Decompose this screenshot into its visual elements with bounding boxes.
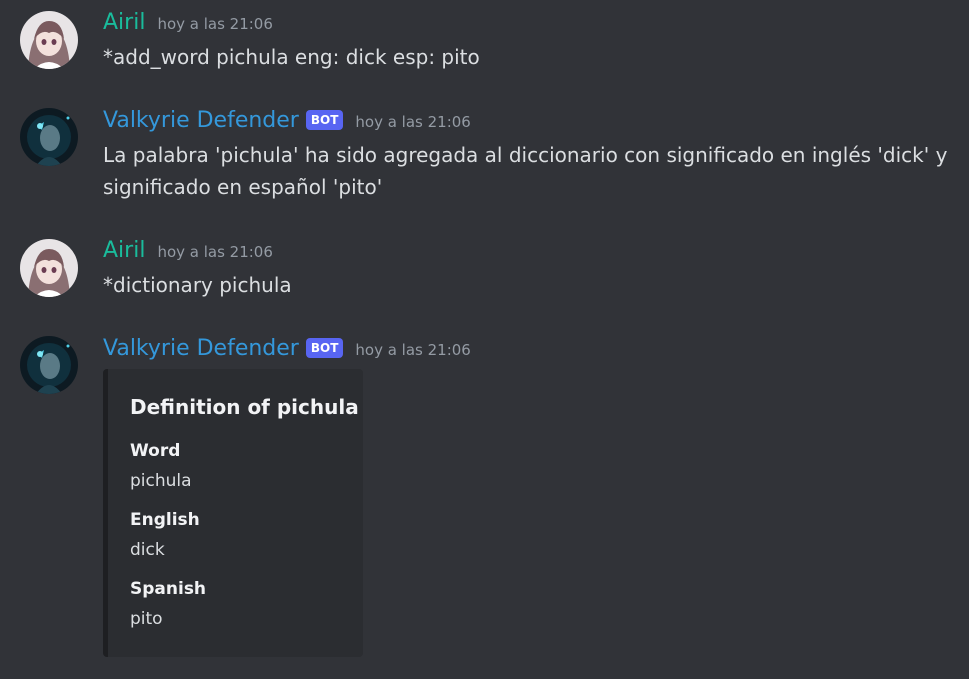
field-value-english: dick xyxy=(130,540,165,560)
field-value-word: pichula xyxy=(130,471,192,491)
chat-messages: Airil hoy a las 21:06 *add_word pichula … xyxy=(0,0,969,679)
field-name-spanish: Spanish xyxy=(130,579,207,599)
username[interactable]: Airil xyxy=(103,238,145,264)
embed-title: Definition of pichula xyxy=(130,395,359,419)
avatar-airil[interactable] xyxy=(20,11,78,69)
avatar-valkyrie-defender[interactable] xyxy=(20,108,78,166)
avatar-airil[interactable] xyxy=(20,239,78,297)
message-text: *add_word pichula eng: dick esp: pito xyxy=(103,45,480,69)
field-name-english: English xyxy=(130,510,200,530)
username[interactable]: Valkyrie Defender xyxy=(103,336,299,362)
username[interactable]: Valkyrie Defender xyxy=(103,108,299,134)
timestamp[interactable]: hoy a las 21:06 xyxy=(355,341,470,359)
timestamp[interactable]: hoy a las 21:06 xyxy=(157,243,272,261)
bot-badge: BOT xyxy=(305,110,344,130)
username[interactable]: Airil xyxy=(103,10,145,36)
field-name-word: Word xyxy=(130,441,181,461)
message-text: *dictionary pichula xyxy=(103,273,292,297)
avatar-valkyrie-defender[interactable] xyxy=(20,336,78,394)
dictionary-embed: Definition of pichula Word pichula Engli… xyxy=(103,369,363,657)
timestamp[interactable]: hoy a las 21:06 xyxy=(355,113,470,131)
field-value-spanish: pito xyxy=(130,609,163,629)
bot-badge: BOT xyxy=(305,338,344,358)
timestamp[interactable]: hoy a las 21:06 xyxy=(157,15,272,33)
message-text: La palabra 'pichula' ha sido agregada al… xyxy=(103,143,954,199)
